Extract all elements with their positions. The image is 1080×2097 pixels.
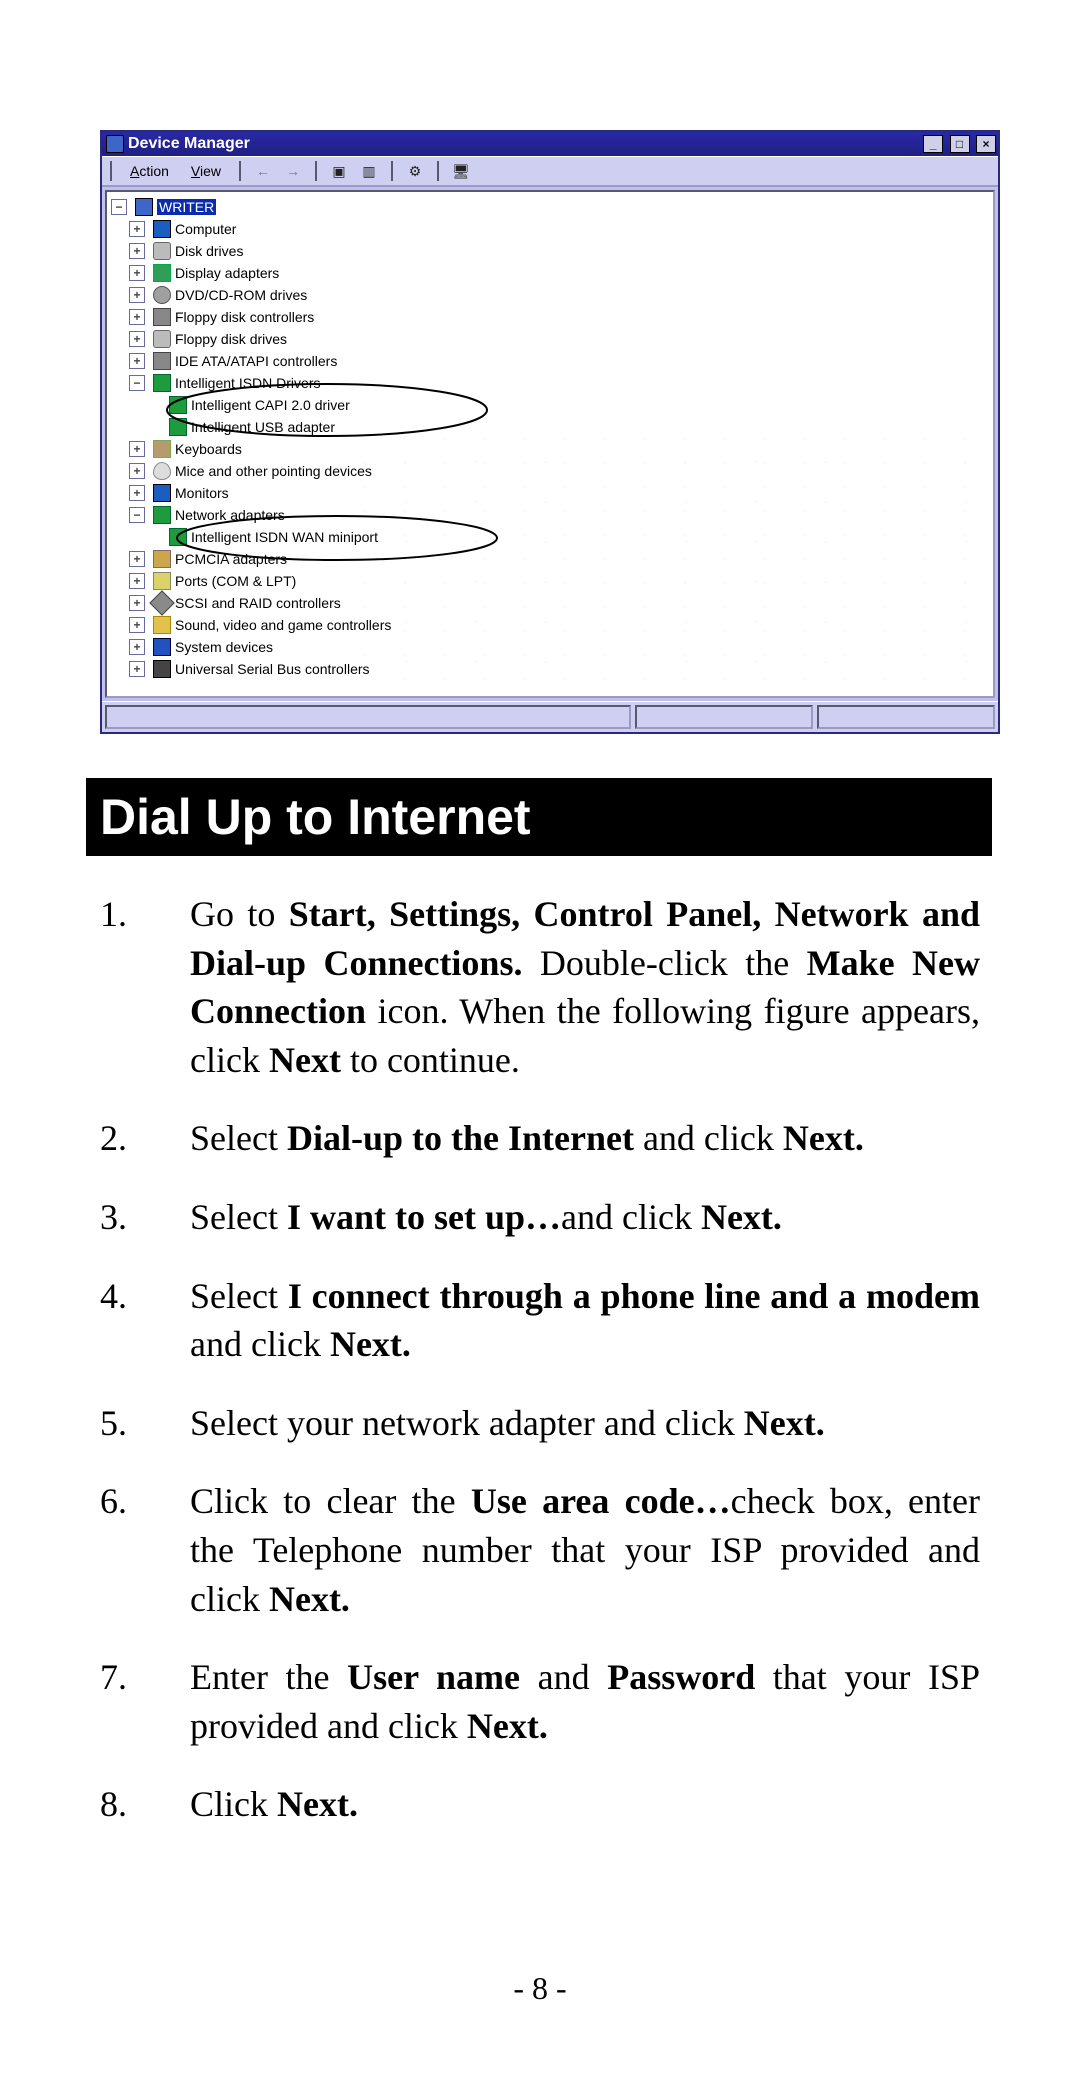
step-7: Enter the User name and Password that yo… (100, 1653, 980, 1750)
monitor-icon (153, 484, 171, 502)
step-4: Select I connect through a phone line an… (100, 1272, 980, 1369)
tree-node[interactable]: Mice and other pointing devices (175, 463, 372, 479)
disk-icon (153, 242, 171, 260)
step-3: Select I want to set up…and click Next. (100, 1193, 980, 1242)
system-icon (153, 638, 171, 656)
tree-node[interactable]: Monitors (175, 485, 229, 501)
isdn-icon (153, 374, 171, 392)
network-icon (169, 528, 187, 546)
page: Device Manager _ □ × AActionction View ←… (0, 0, 1080, 2097)
tree-node[interactable]: Disk drives (175, 243, 243, 259)
usb-icon (153, 660, 171, 678)
pcmcia-icon (153, 550, 171, 568)
floppy-icon (153, 308, 171, 326)
close-button[interactable]: × (976, 135, 996, 153)
isdn-icon (169, 418, 187, 436)
title-bar[interactable]: Device Manager _ □ × (102, 132, 998, 156)
menu-view[interactable]: View (183, 161, 229, 181)
page-number: - 8 - (0, 1970, 1080, 2007)
properties-button[interactable]: ⚙ (403, 159, 427, 183)
tree-node[interactable]: Sound, video and game controllers (175, 617, 391, 633)
keyboard-icon (153, 440, 171, 458)
refresh-button[interactable]: 🖥 (449, 159, 473, 183)
step-8: Click Next. (100, 1780, 980, 1829)
steps-list: Go to Start, Settings, Control Panel, Ne… (100, 890, 980, 1829)
tree-node[interactable]: System devices (175, 639, 273, 655)
isdn-icon (169, 396, 187, 414)
ide-icon (153, 352, 171, 370)
step-2: Select Dial-up to the Internet and click… (100, 1114, 980, 1163)
device-tree[interactable]: −WRITER +Computer +Disk drives +Display … (105, 190, 995, 698)
step-1: Go to Start, Settings, Control Panel, Ne… (100, 890, 980, 1084)
computer-icon (135, 198, 153, 216)
menu-action[interactable]: AActionction (122, 161, 177, 181)
tree-node[interactable]: PCMCIA adapters (175, 551, 287, 567)
tree-node[interactable]: DVD/CD-ROM drives (175, 287, 307, 303)
toolbar-icon[interactable]: ▣ (327, 159, 351, 183)
back-button[interactable]: ← (251, 159, 275, 183)
tree-node[interactable]: Computer (175, 221, 236, 237)
tree-root[interactable]: WRITER (157, 199, 216, 215)
port-icon (153, 572, 171, 590)
toolbar-icon[interactable]: ▥ (357, 159, 381, 183)
mouse-icon (153, 462, 171, 480)
forward-button[interactable]: → (281, 159, 305, 183)
step-6: Click to clear the Use area code…check b… (100, 1477, 980, 1623)
maximize-button[interactable]: □ (950, 135, 970, 153)
sound-icon (153, 616, 171, 634)
status-bar (102, 701, 998, 732)
toolbar: AActionction View ← → ▣ ▥ ⚙ 🖥 (102, 156, 998, 187)
tree-node[interactable]: IDE ATA/ATAPI controllers (175, 353, 337, 369)
scsi-icon (149, 590, 174, 615)
tree-node[interactable]: SCSI and RAID controllers (175, 595, 341, 611)
display-icon (153, 264, 171, 282)
minimize-button[interactable]: _ (923, 135, 943, 153)
tree-node[interactable]: Universal Serial Bus controllers (175, 661, 370, 677)
tree-node[interactable]: Intelligent CAPI 2.0 driver (191, 397, 350, 413)
section-heading: Dial Up to Internet (86, 778, 992, 856)
window-title: Device Manager (128, 135, 250, 153)
tree-node[interactable]: Ports (COM & LPT) (175, 573, 296, 589)
tree-node[interactable]: Floppy disk drives (175, 331, 287, 347)
step-5: Select your network adapter and click Ne… (100, 1399, 980, 1448)
tree-node[interactable]: Intelligent ISDN Drivers (175, 375, 321, 391)
computer-icon (153, 220, 171, 238)
network-icon (153, 506, 171, 524)
device-manager-window: Device Manager _ □ × AActionction View ←… (100, 130, 1000, 734)
floppy-icon (153, 330, 171, 348)
tree-node[interactable]: Keyboards (175, 441, 242, 457)
tree-node[interactable]: Intelligent ISDN WAN miniport (191, 529, 378, 545)
app-icon (106, 135, 124, 153)
tree-node[interactable]: Display adapters (175, 265, 279, 281)
tree-node[interactable]: Network adapters (175, 507, 285, 523)
dvd-icon (153, 286, 171, 304)
tree-node[interactable]: Intelligent USB adapter (191, 419, 335, 435)
tree-node[interactable]: Floppy disk controllers (175, 309, 314, 325)
